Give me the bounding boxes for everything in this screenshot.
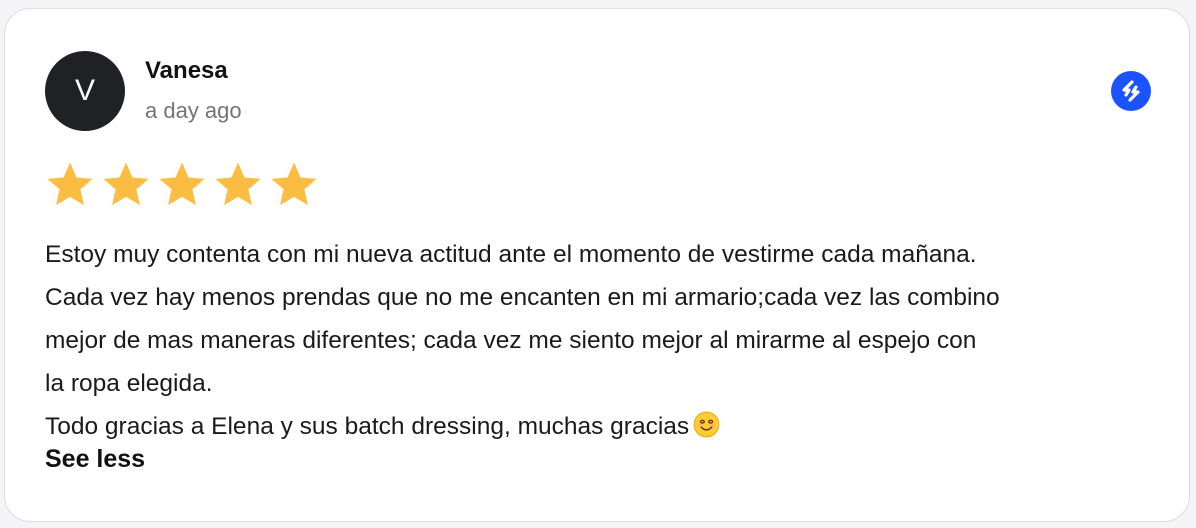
star-icon (215, 162, 261, 206)
star-icon (47, 162, 93, 206)
reviewer-name: Vanesa (145, 57, 228, 84)
review-card: V Vanesa a day ago Estoy muy contenta co… (4, 8, 1190, 522)
avatar-initial: V (74, 74, 95, 107)
avatar: V (45, 51, 125, 131)
review-timestamp: a day ago (145, 98, 242, 123)
smiling-face-emoji (693, 411, 720, 438)
review-source-icon[interactable] (1111, 71, 1151, 111)
star-icon (159, 162, 205, 206)
star-icon (103, 162, 149, 206)
star-rating (43, 157, 321, 211)
review-body: Estoy muy contenta con mi nueva actitud … (45, 233, 1155, 448)
see-less-button[interactable]: See less (45, 445, 145, 474)
star-icon (271, 162, 317, 206)
review-text: Estoy muy contenta con mi nueva actitud … (45, 241, 1000, 440)
